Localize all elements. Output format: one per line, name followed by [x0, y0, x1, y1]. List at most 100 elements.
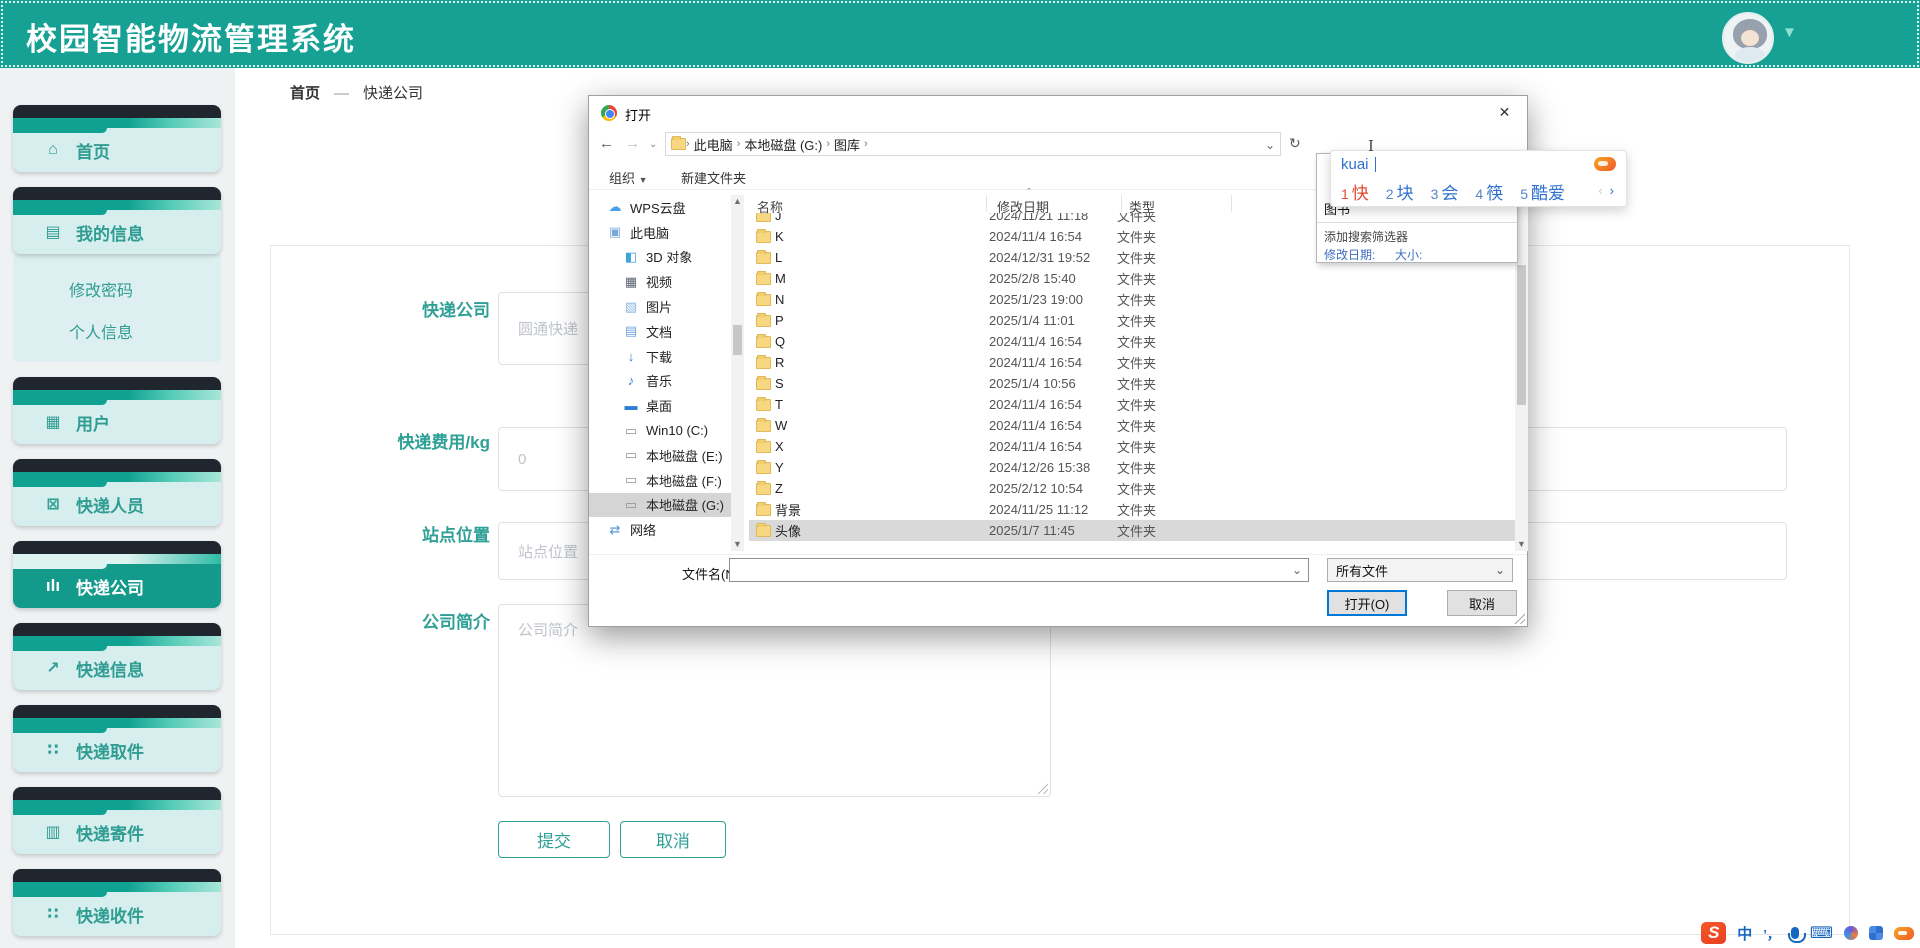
filename-input[interactable]: ⌄ — [729, 558, 1309, 582]
dialog-title: 打开 — [625, 105, 651, 124]
microphone-icon[interactable] — [1791, 927, 1799, 939]
nav-place[interactable]: ⇄网络 — [589, 517, 731, 542]
forward-icon[interactable]: → — [625, 135, 640, 152]
nav-place[interactable]: ▭本地磁盘 (E:) — [589, 443, 731, 468]
sidebar-item-label: 快递公司 — [76, 574, 144, 599]
dialog-cancel-button[interactable]: 取消 — [1447, 590, 1517, 616]
app-header: 校园智能物流管理系统 ▼ — [0, 0, 1920, 68]
path-breadcrumb[interactable]: ›此电脑›本地磁盘 (G:)›图库› — [665, 132, 1281, 156]
close-icon[interactable]: ✕ — [1482, 96, 1527, 129]
emoji-icon[interactable] — [1894, 927, 1914, 940]
sidebar-item-home[interactable]: ⌂首页 — [13, 105, 221, 172]
ime-candidate[interactable]: 4筷 — [1475, 179, 1503, 204]
path-segment[interactable]: 本地磁盘 (G:) — [744, 135, 822, 154]
ime-candidate-window: kuai 1快2块3会4筷5酷爱 ‹› — [1330, 150, 1627, 207]
file-row[interactable]: P2025/1/4 11:01文件夹 — [749, 310, 1515, 331]
skin-palette-icon[interactable] — [1844, 926, 1858, 940]
nav-place[interactable]: ▭本地磁盘 (G:) — [589, 493, 731, 518]
sidebar-item-receive[interactable]: ∷快递收件 — [13, 869, 221, 936]
refresh-icon[interactable]: ↻ — [1289, 135, 1301, 152]
breadcrumb-home[interactable]: 首页 — [290, 85, 320, 102]
sogou-emoji-icon[interactable] — [1594, 157, 1616, 171]
column-name[interactable]: 名称 — [757, 197, 783, 216]
file-row[interactable]: W2024/11/4 16:54文件夹 — [749, 415, 1515, 436]
user-menu-caret-icon[interactable]: ▼ — [1782, 24, 1797, 41]
organize-menu[interactable]: 组织 ▼ — [609, 168, 648, 187]
keyboard-icon[interactable]: ⌨ — [1810, 923, 1833, 943]
file-row[interactable]: N2025/1/23 19:00文件夹 — [749, 289, 1515, 310]
avatar[interactable] — [1722, 12, 1774, 64]
sidebar-subitem[interactable]: 修改密码 — [13, 268, 221, 310]
filename-dropdown-icon[interactable]: ⌄ — [1292, 563, 1302, 577]
nav-place[interactable]: ▬桌面 — [589, 393, 731, 418]
prev-page-icon[interactable]: ‹ — [1598, 183, 1602, 198]
dialog-titlebar[interactable]: 打开 ✕ — [589, 96, 1527, 130]
file-row[interactable]: Z2025/2/12 10:54文件夹 — [749, 478, 1515, 499]
sidebar-item-pickup[interactable]: ∷快递取件 — [13, 705, 221, 772]
nav-place[interactable]: ☁WPS云盘 — [589, 195, 731, 220]
document-icon: ▤ — [623, 323, 639, 339]
sidebar-item-label: 我的信息 — [76, 220, 144, 245]
toolbox-icon[interactable] — [1869, 926, 1883, 940]
nav-place[interactable]: ◧3D 对象 — [589, 245, 731, 270]
nav-place[interactable]: ▤文档 — [589, 319, 731, 344]
file-type-select[interactable]: 所有文件 ⌄ — [1327, 558, 1513, 582]
nav-place[interactable]: ▣此电脑 — [589, 220, 731, 245]
nav-place[interactable]: ▦视频 — [589, 269, 731, 294]
file-row[interactable]: 头像2025/1/7 11:45文件夹 — [749, 520, 1515, 541]
open-button[interactable]: 打开(O) — [1327, 590, 1407, 616]
file-row[interactable]: Y2024/12/26 15:38文件夹 — [749, 457, 1515, 478]
sidebar-item-info[interactable]: ↗快递信息 — [13, 623, 221, 690]
column-date[interactable]: 修改日期 — [997, 197, 1049, 216]
next-page-icon[interactable]: › — [1610, 183, 1614, 198]
file-row[interactable]: T2024/11/4 16:54文件夹 — [749, 394, 1515, 415]
file-row[interactable]: X2024/11/4 16:54文件夹 — [749, 436, 1515, 457]
path-segment[interactable]: 图库 — [834, 135, 860, 154]
back-icon[interactable]: ← — [599, 135, 614, 152]
nav-place[interactable]: ▧图片 — [589, 294, 731, 319]
intro-textarea[interactable]: 公司简介 — [498, 604, 1051, 797]
folder-icon — [756, 231, 771, 243]
address-dropdown-icon[interactable]: ⌄ — [1265, 138, 1275, 152]
scroll-down-icon[interactable]: ▼ — [1515, 538, 1528, 551]
column-type[interactable]: 类型 — [1129, 197, 1155, 216]
recent-locations-icon[interactable]: ⌄ — [649, 139, 657, 150]
punctuation-icon[interactable]: ’， — [1763, 924, 1780, 943]
ime-candidate[interactable]: 2块 — [1386, 179, 1414, 204]
nav-place[interactable]: ▭Win10 (C:) — [589, 418, 731, 443]
film-icon: ▥ — [43, 822, 63, 842]
file-row[interactable]: 背景2024/11/25 11:12文件夹 — [749, 499, 1515, 520]
scroll-up-icon[interactable]: ▲ — [731, 195, 744, 208]
nav-place[interactable]: ♪音乐 — [589, 369, 731, 394]
scroll-down-icon[interactable]: ▼ — [731, 538, 744, 551]
sidebar-item-label: 首页 — [76, 138, 110, 163]
sogou-logo-icon[interactable]: S — [1701, 922, 1726, 944]
path-segment[interactable]: 此电脑 — [694, 135, 733, 154]
ime-candidate[interactable]: 5酷爱 — [1520, 179, 1565, 204]
sidebar-subitem[interactable]: 个人信息 — [13, 310, 221, 352]
new-folder-button[interactable]: 新建文件夹 — [681, 168, 746, 187]
submit-button[interactable]: 提交 — [498, 821, 610, 858]
sidebar-item-send[interactable]: ▥快递寄件 — [13, 787, 221, 854]
file-row[interactable]: S2025/1/4 10:56文件夹 — [749, 373, 1515, 394]
add-search-filter-label: 添加搜索筛选器 — [1324, 228, 1408, 245]
ime-candidate[interactable]: 1快 — [1341, 179, 1369, 204]
folder-icon — [756, 252, 771, 264]
sidebar-item-company[interactable]: ılı快递公司 — [13, 541, 221, 608]
sidebar-item-users[interactable]: ▦用户 — [13, 377, 221, 444]
file-row[interactable]: M2025/2/8 15:40文件夹 — [749, 268, 1515, 289]
nav-scrollbar[interactable]: ▲ ▼ — [731, 195, 744, 551]
form-cancel-button[interactable]: 取消 — [620, 821, 726, 858]
computer-icon: ▣ — [607, 224, 623, 240]
nav-place[interactable]: ▭本地磁盘 (F:) — [589, 468, 731, 493]
file-row[interactable]: R2024/11/4 16:54文件夹 — [749, 352, 1515, 373]
sidebar-item-my-info[interactable]: ▤我的信息 — [13, 187, 221, 254]
chinese-mode-icon[interactable]: 中 — [1737, 923, 1752, 944]
nav-place[interactable]: ↓下载 — [589, 344, 731, 369]
filter-size-link[interactable]: 大小: — [1395, 246, 1422, 263]
filter-date-link[interactable]: 修改日期: — [1324, 246, 1375, 263]
file-row[interactable]: Q2024/11/4 16:54文件夹 — [749, 331, 1515, 352]
ime-candidate[interactable]: 3会 — [1431, 179, 1459, 204]
sidebar-item-courier[interactable]: ⊠快递人员 — [13, 459, 221, 526]
textarea-resize-grip[interactable] — [1037, 783, 1048, 794]
